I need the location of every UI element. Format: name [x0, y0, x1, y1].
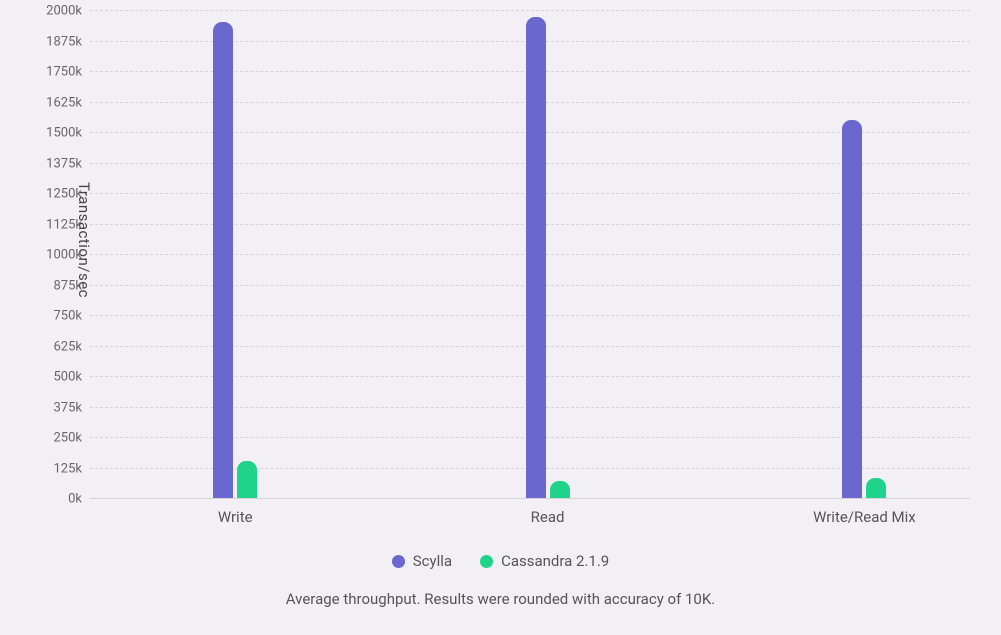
ytick-125k: 125k — [30, 461, 90, 476]
xtick-mix: Write/Read Mix — [813, 498, 916, 526]
bar-mix-scylla — [842, 120, 862, 498]
bar-read-cassandra — [550, 481, 570, 498]
chart-container: Transaction/sec 0k 125k 250k 375k 500k 6… — [0, 0, 1001, 635]
ytick-1625k: 1625k — [30, 95, 90, 110]
ytick-1250k: 1250k — [30, 187, 90, 202]
ytick-1125k: 1125k — [30, 217, 90, 232]
ytick-0k: 0k — [30, 492, 90, 507]
legend: Scylla Cassandra 2.1.9 — [0, 552, 1001, 570]
ytick-1750k: 1750k — [30, 65, 90, 80]
ytick-2000k: 2000k — [30, 4, 90, 19]
bar-mix-cassandra — [866, 478, 886, 498]
bar-write-scylla — [213, 22, 233, 498]
bar-write-cassandra — [237, 461, 257, 498]
xtick-write: Write — [218, 498, 253, 526]
ytick-1375k: 1375k — [30, 156, 90, 171]
legend-item-cassandra[interactable]: Cassandra 2.1.9 — [480, 552, 609, 570]
circle-icon — [480, 555, 493, 568]
ytick-500k: 500k — [30, 370, 90, 385]
legend-item-scylla[interactable]: Scylla — [392, 552, 452, 570]
bar-read-scylla — [526, 17, 546, 498]
ytick-625k: 625k — [30, 339, 90, 354]
legend-label: Scylla — [413, 552, 452, 570]
ytick-250k: 250k — [30, 431, 90, 446]
ytick-1500k: 1500k — [30, 126, 90, 141]
ytick-1000k: 1000k — [30, 248, 90, 263]
ytick-375k: 375k — [30, 400, 90, 415]
ytick-750k: 750k — [30, 309, 90, 324]
legend-label: Cassandra 2.1.9 — [501, 552, 609, 570]
chart-caption: Average throughput. Results were rounded… — [0, 590, 1001, 608]
circle-icon — [392, 555, 405, 568]
ytick-875k: 875k — [30, 278, 90, 293]
xtick-read: Read — [531, 498, 565, 526]
plot-area: 0k 125k 250k 375k 500k 625k 750k 875k 10… — [90, 10, 970, 498]
ytick-1875k: 1875k — [30, 34, 90, 49]
